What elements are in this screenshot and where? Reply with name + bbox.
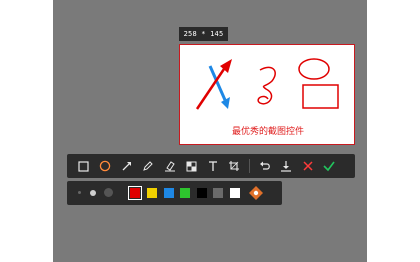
- screenshot-selection[interactable]: 最优秀的截图控件: [179, 44, 355, 145]
- close-icon: [303, 161, 313, 171]
- color-swatch-blue[interactable]: [164, 188, 174, 198]
- highlighter-tool-button[interactable]: [159, 154, 181, 178]
- selection-size-label: 258 * 145: [179, 27, 228, 41]
- color-palette: [67, 181, 282, 205]
- highlighter-icon: [164, 161, 175, 172]
- brush-size-large[interactable]: [104, 188, 113, 197]
- freehand-annotation: [257, 66, 276, 105]
- save-button[interactable]: [276, 154, 298, 178]
- pen-icon: [143, 161, 153, 171]
- mosaic-icon: [186, 161, 197, 171]
- ellipse-tool-button[interactable]: [95, 154, 117, 178]
- custom-color-picker-icon[interactable]: [249, 186, 263, 200]
- crop-icon: [229, 161, 240, 171]
- crop-tool-button[interactable]: [224, 154, 246, 178]
- ellipse-icon: [100, 160, 111, 172]
- ellipse-annotation: [298, 58, 330, 80]
- color-swatch-green[interactable]: [180, 188, 190, 198]
- arrow-icon: [122, 162, 131, 171]
- rectangle-annotation: [302, 84, 339, 109]
- undo-button[interactable]: [254, 154, 276, 178]
- download-icon: [281, 161, 292, 172]
- pen-tool-button[interactable]: [138, 154, 160, 178]
- rectangle-icon: [78, 160, 89, 172]
- caption-text: 最优秀的截图控件: [231, 127, 304, 137]
- checkmark-icon: [323, 161, 335, 172]
- color-swatch-white[interactable]: [230, 188, 240, 198]
- undo-icon: [259, 161, 270, 170]
- text-tool-button[interactable]: [202, 154, 224, 178]
- brush-size-small[interactable]: [78, 191, 81, 194]
- annotation-toolbar: [67, 154, 355, 178]
- color-swatch-black[interactable]: [197, 188, 207, 198]
- arrow-tool-button[interactable]: [116, 154, 138, 178]
- color-swatch-red[interactable]: [128, 186, 142, 200]
- toolbar-separator: [249, 159, 250, 173]
- color-swatch-yellow[interactable]: [147, 188, 157, 198]
- text-icon: [208, 161, 217, 171]
- mosaic-tool-button[interactable]: [181, 154, 203, 178]
- brush-size-medium[interactable]: [90, 190, 96, 196]
- cancel-button[interactable]: [297, 154, 319, 178]
- rectangle-tool-button[interactable]: [73, 154, 95, 178]
- confirm-button[interactable]: [319, 154, 341, 178]
- color-swatch-gray[interactable]: [213, 188, 223, 198]
